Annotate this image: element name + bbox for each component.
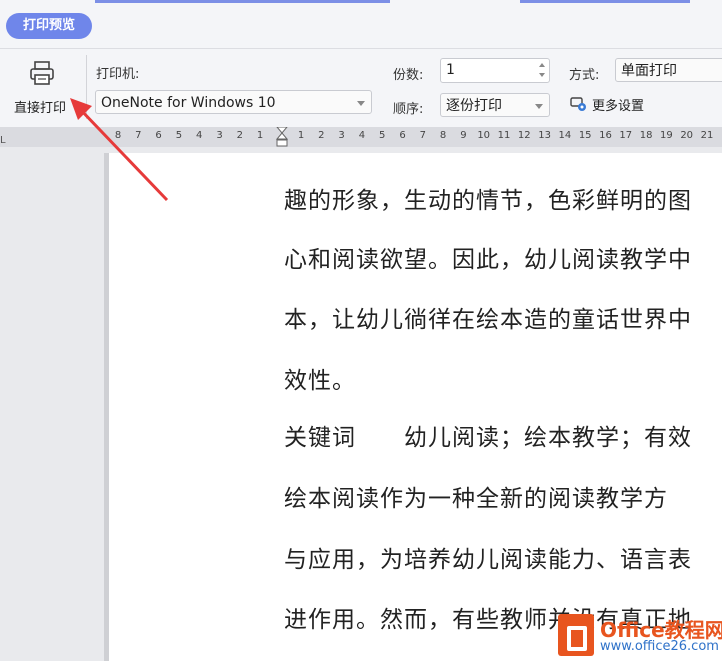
order-label: 顺序: (393, 102, 424, 117)
horizontal-ruler: L 8 7 6 5 4 3 2 1 1 2 3 4 5 6 7 8 9 10 11 12 13 14 15 16 17 18 19 2… (0, 127, 722, 147)
document-page: 趣的形象，生动的情节，色彩鲜明的图 心和阅读欲望。因此，幼儿阅读教学中 本，让幼儿徜… (109, 153, 722, 661)
divider (86, 55, 87, 119)
printer-icon (30, 61, 54, 85)
ruler-tick: 16 (599, 130, 612, 141)
tab-indicator (520, 0, 690, 3)
document-text-line: 绘本阅读作为一种全新的阅读教学方 (284, 486, 668, 512)
stepper-up-icon[interactable] (539, 63, 545, 67)
copies-value: 1 (446, 62, 455, 78)
ruler-tick: 17 (619, 130, 633, 141)
ruler-tick: 6 (399, 130, 406, 141)
left-gutter (0, 147, 24, 661)
office-logo-icon (558, 614, 594, 656)
ruler-tick: 10 (477, 130, 491, 141)
ruler-tick: 21 (700, 130, 714, 141)
ruler-tick: 20 (680, 130, 694, 141)
chevron-down-icon (357, 101, 365, 106)
print-toolbar: 直接打印 打印机: OneNote for Windows 10 份数: 顺序:… (0, 48, 722, 127)
stepper-down-icon[interactable] (539, 73, 545, 77)
printer-label: 打印机: (96, 67, 140, 82)
top-bar: 打印预览 (0, 0, 722, 48)
ruler-tick: 11 (497, 130, 511, 141)
ruler-tick: 6 (155, 130, 162, 141)
chevron-down-icon (535, 104, 543, 109)
tab-indicator (95, 0, 390, 3)
ruler-tick: 19 (660, 130, 673, 141)
ruler-tick: 1 (297, 130, 305, 141)
document-text-line: 与应用，为培养幼儿阅读能力、语言表 (284, 547, 692, 573)
ruler-tick: 14 (558, 130, 572, 141)
ruler-tick: 5 (175, 130, 183, 141)
ruler-tick: 2 (236, 130, 243, 141)
ruler-tick: 3 (216, 130, 223, 141)
copies-stepper[interactable]: 1 (440, 58, 550, 83)
direct-print-label: 直接打印 (13, 101, 66, 116)
ruler-track: 8 7 6 5 4 3 2 1 1 2 3 4 5 6 7 8 9 10 11 12 13 14 15 16 17 18 19 20 2… (112, 127, 722, 147)
document-text-line: 本，让幼儿徜徉在绘本造的童话世界中 (284, 307, 692, 333)
direct-print-button[interactable]: 直接打印 (4, 55, 76, 117)
printer-select[interactable]: OneNote for Windows 10 (95, 90, 372, 114)
ruler-tick: 12 (517, 130, 531, 141)
document-text-line: 关键词 幼儿阅读；绘本教学；有效 (284, 425, 692, 451)
mode-label: 方式: (569, 68, 600, 83)
ruler-tick: 15 (578, 130, 592, 141)
ruler-tick: 1 (256, 130, 264, 141)
document-text-line: 效性。 (284, 368, 356, 394)
watermark-url: www.office26.com (600, 639, 719, 654)
order-select[interactable]: 逐份打印 (440, 93, 550, 117)
ruler-tick: 7 (135, 130, 142, 141)
ruler-tick: 9 (460, 130, 467, 141)
indent-marker-icon[interactable] (276, 127, 288, 147)
ruler-tick: 4 (358, 130, 366, 141)
ruler-tick: 3 (338, 130, 345, 141)
mode-select[interactable]: 单面打印 (615, 58, 722, 82)
order-value: 逐份打印 (446, 98, 502, 114)
printer-value: OneNote for Windows 10 (101, 95, 276, 111)
document-text-line: 趣的形象，生动的情节，色彩鲜明的图 (284, 188, 692, 214)
ruler-tick: 7 (419, 130, 426, 141)
tab-stop-indicator[interactable]: L (0, 135, 6, 146)
ruler-tick: 18 (639, 130, 653, 141)
ruler-tick: 13 (538, 130, 551, 141)
ruler-tick: 2 (318, 130, 325, 141)
ruler-tick: 8 (439, 130, 447, 141)
ruler-tick: 4 (196, 130, 203, 141)
settings-icon (570, 97, 586, 111)
document-text-line: 心和阅读欲望。因此，幼儿阅读教学中 (284, 247, 692, 273)
mode-value: 单面打印 (621, 63, 677, 79)
ruler-tick: 8 (114, 130, 122, 141)
more-settings-label: 更多设置 (592, 99, 645, 114)
tab-print-preview[interactable]: 打印预览 (6, 13, 92, 39)
ruler-tick: 5 (379, 130, 386, 141)
copies-label: 份数: (393, 68, 424, 83)
watermark-logo: Office教程网 www.office26.com (554, 606, 722, 661)
